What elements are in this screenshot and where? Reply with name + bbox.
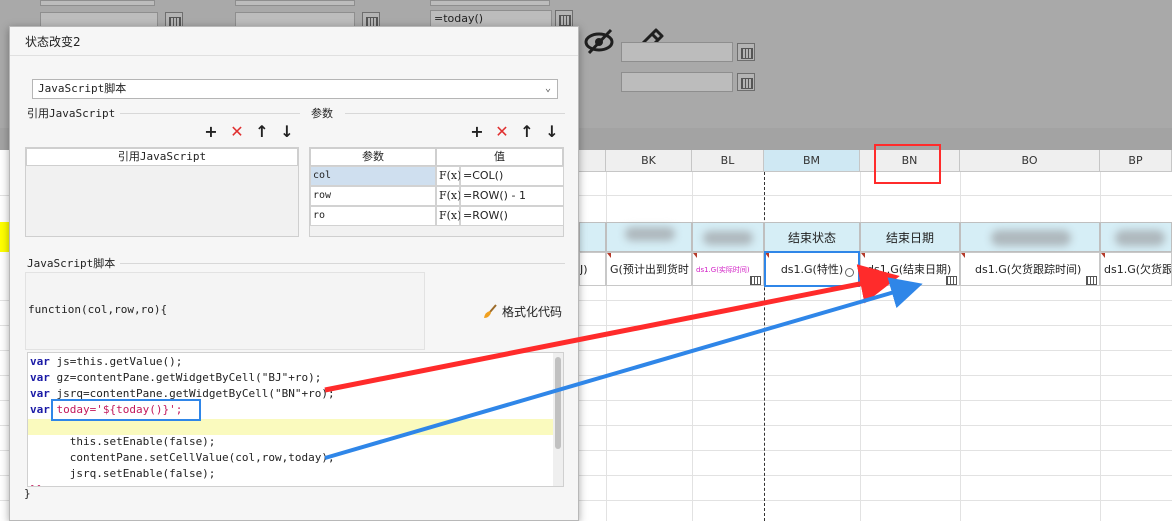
red-arrow xyxy=(324,264,900,393)
annotation-arrows xyxy=(324,264,923,460)
